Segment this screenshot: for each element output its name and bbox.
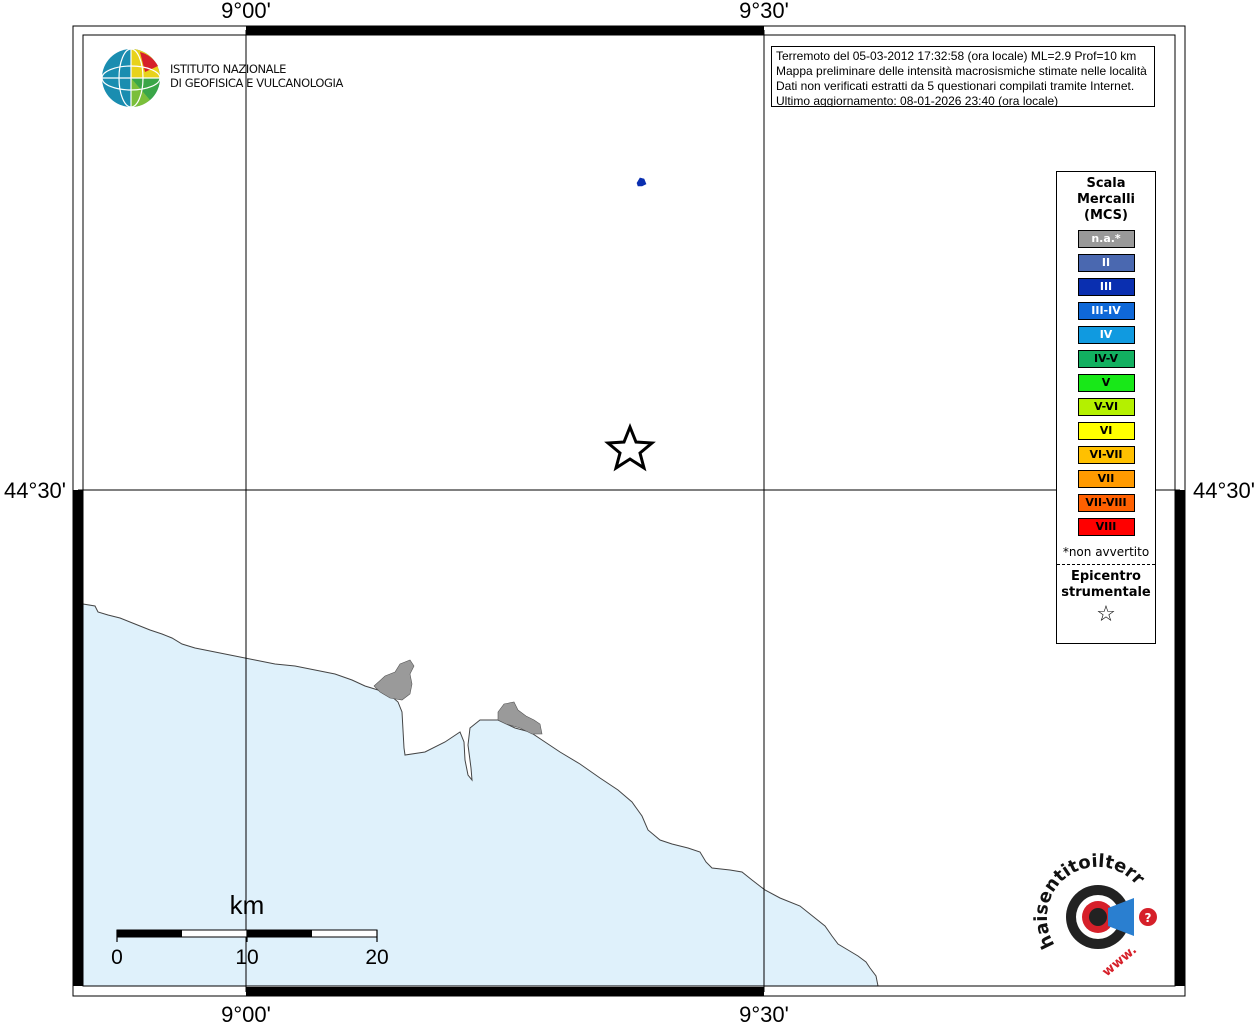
- info-line4: Ultimo aggiornamento: 08-01-2026 23:40 (…: [776, 94, 1059, 107]
- watermark-www: www.: [1100, 943, 1140, 980]
- coord-left-lat: 44°30': [4, 478, 66, 503]
- legend-swatch: VII: [1077, 470, 1135, 488]
- coord-bottom-left: 9°00': [221, 1002, 271, 1024]
- scale-unit: km: [230, 890, 265, 920]
- svg-text:?: ?: [1145, 911, 1152, 925]
- legend-title-1: Scala: [1086, 176, 1126, 191]
- ingv-logo-text: ISTITUTO NAZIONALE DI GEOFISICA E VULCAN…: [170, 62, 343, 90]
- logo-line2: DI GEOFISICA E VULCANOLOGIA: [170, 75, 343, 90]
- legend-swatch: VIII: [1077, 518, 1135, 536]
- info-line3: Dati non verificati estratti da 5 questi…: [776, 79, 1135, 93]
- coord-top-left: 9°00': [221, 0, 271, 23]
- legend-swatch: VI-VII: [1077, 446, 1135, 464]
- scale-label-10: 10: [235, 946, 258, 969]
- legend-note: *non avvertito: [1062, 545, 1150, 559]
- legend-swatch: V: [1077, 374, 1135, 392]
- legend-swatch: n.a.*: [1077, 230, 1135, 248]
- info-line1: Terremoto del 05-03-2012 17:32:58 (ora l…: [776, 49, 1137, 63]
- logo-line1: ISTITUTO NAZIONALE: [170, 62, 287, 76]
- legend-title-3: (MCS): [1084, 208, 1128, 223]
- coord-bottom-right: 9°30': [739, 1002, 789, 1024]
- legend-title-2: Mercalli: [1076, 192, 1135, 207]
- mcs-legend: Scala Mercalli (MCS) n.a.* II III III-IV IV I…: [1056, 171, 1156, 644]
- legend-star-icon: ☆: [1096, 602, 1116, 627]
- legend-swatches: n.a.* II III III-IV IV IV-V V V-VI VI VI-VII VII VI…: [1057, 230, 1155, 536]
- legend-swatch: VII-VIII: [1077, 494, 1135, 512]
- coord-right-lat: 44°30': [1193, 478, 1255, 503]
- legend-separator: [1057, 564, 1155, 565]
- ingv-logo-icon: [101, 48, 161, 108]
- sea-area: [82, 603, 879, 987]
- legend-epicenter-label: Epicentro strumentale: [1057, 569, 1155, 601]
- scale-label-0: 0: [111, 946, 123, 969]
- legend-epicenter-1: Epicentro: [1071, 569, 1141, 584]
- coord-top-right: 9°30': [739, 0, 789, 23]
- legend-swatch: IV-V: [1077, 350, 1135, 368]
- legend-title: Scala Mercalli (MCS): [1057, 176, 1155, 224]
- info-line2: Mappa preliminare delle intensità macros…: [776, 64, 1147, 78]
- legend-swatch: III-IV: [1077, 302, 1135, 320]
- earthquake-info-box: Terremoto del 05-03-2012 17:32:58 (ora l…: [771, 46, 1155, 107]
- legend-swatch: II: [1077, 254, 1135, 272]
- scale-label-20: 20: [365, 946, 388, 969]
- legend-swatch: III: [1077, 278, 1135, 296]
- intensity-report-marker: [636, 177, 647, 187]
- epicenter-star-icon: [604, 422, 656, 472]
- legend-swatch: VI: [1077, 422, 1135, 440]
- legend-swatch: V-VI: [1077, 398, 1135, 416]
- legend-swatch: IV: [1077, 326, 1135, 344]
- legend-epicenter-2: strumentale: [1061, 585, 1151, 600]
